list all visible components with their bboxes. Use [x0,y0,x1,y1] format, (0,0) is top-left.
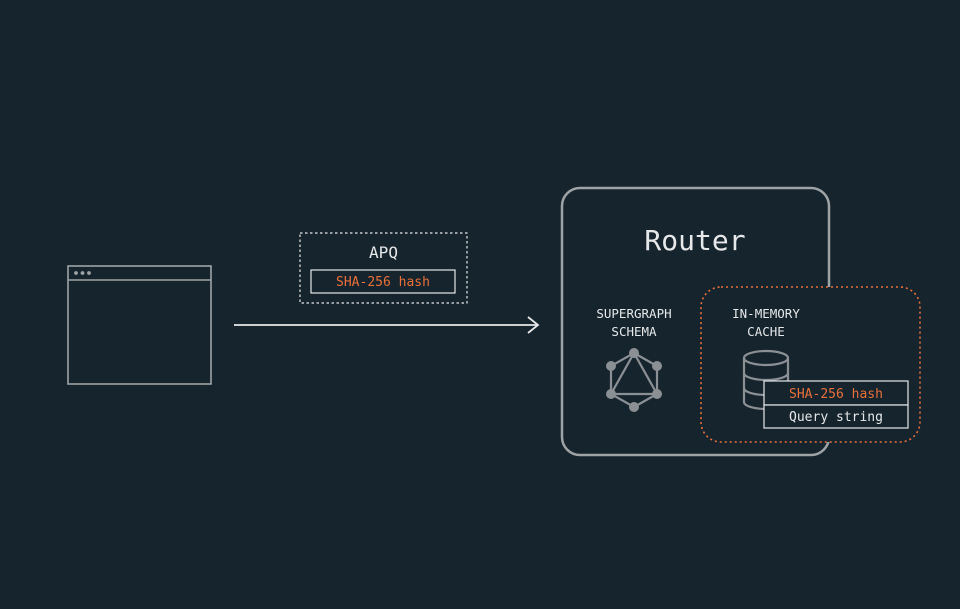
apq-title: APQ [369,243,398,262]
cache-entry: SHA-256 hash Query string [763,380,909,429]
supergraph-schema-label-line2: SCHEMA [611,324,657,339]
cache-entry-query: Query string [789,410,883,425]
cache-label-line2: CACHE [747,324,785,339]
apq-diagram: APQ SHA-256 hash Router SUPERGRAPH SCHEM… [67,186,921,457]
cache-label-line1: IN-MEMORY [732,306,800,321]
cache-entry-hash: SHA-256 hash [789,387,883,402]
supergraph-schema-label-line1: SUPERGRAPH [596,306,671,321]
apq-hash-label: SHA-256 hash [336,275,430,290]
browser-window-frame [67,265,212,385]
browser-window-dots-icon [74,271,91,275]
client-browser-window [67,265,212,385]
apq-payload: APQ SHA-256 hash [299,232,468,304]
request-arrow [234,316,540,334]
router-title: Router [644,224,745,257]
in-memory-cache: IN-MEMORY CACHE SHA-256 hash Query strin… [700,286,921,443]
